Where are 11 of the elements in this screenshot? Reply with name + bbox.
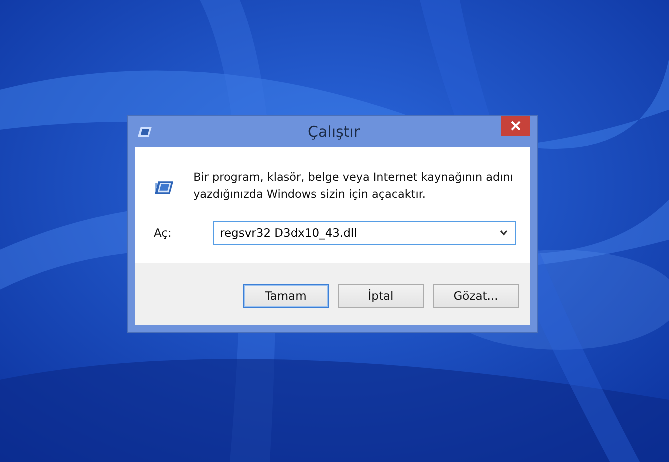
dialog-button[interactable]: İptal xyxy=(338,284,424,308)
close-button[interactable] xyxy=(501,116,530,136)
close-icon[interactable] xyxy=(510,121,520,131)
instruction-text: Bir program, klasör, belge veya Internet kaynağının adını yazdığınızda Windows sizin için açacaktır. xyxy=(194,170,514,203)
window-icon xyxy=(138,126,152,136)
caret-icon[interactable] xyxy=(500,230,508,236)
open-label: Aç: xyxy=(153,226,173,240)
dialog-button[interactable]: Gözat... xyxy=(433,284,519,308)
open-combo-box[interactable]: regsvr32 D3dx10_43.dll xyxy=(213,221,516,245)
window-title: Çalıştır xyxy=(306,122,362,140)
dialog-button[interactable]: Tamam xyxy=(243,284,329,308)
